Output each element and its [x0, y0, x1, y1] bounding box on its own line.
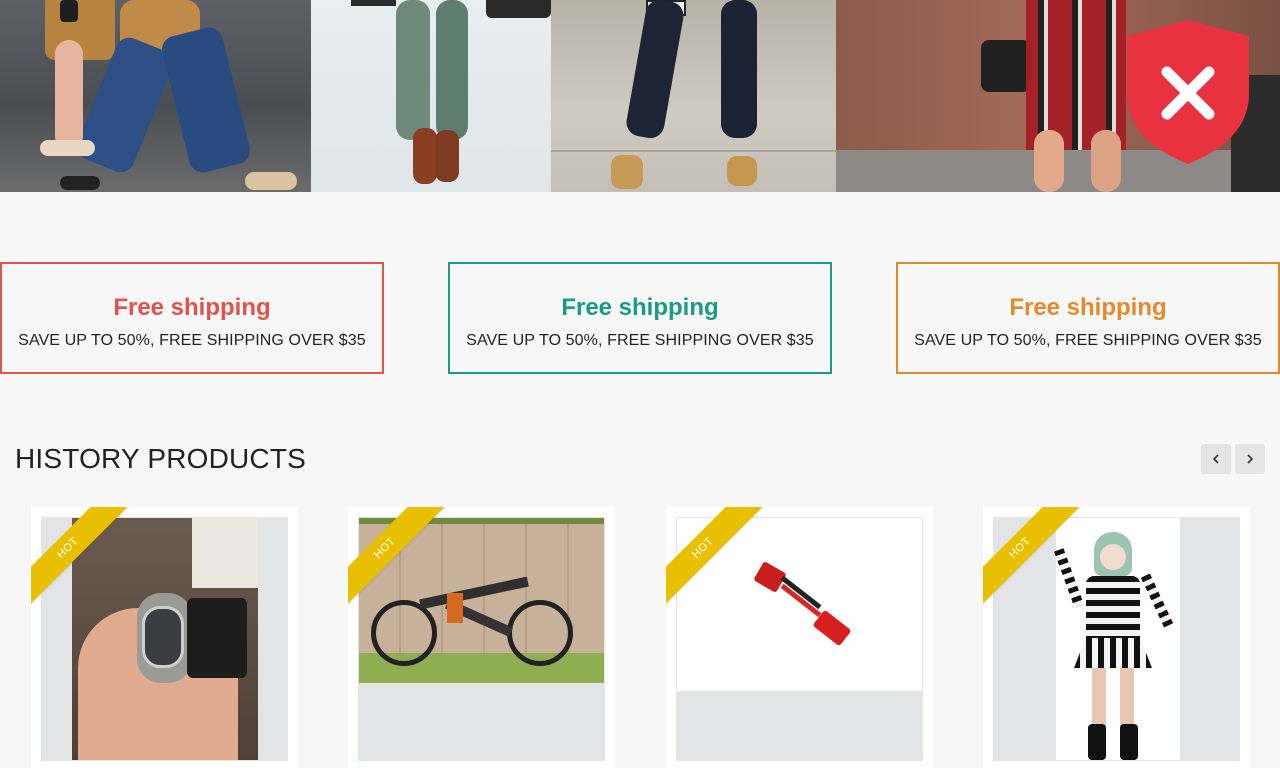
free-shipping-subtitle: SAVE UP TO 50%, FREE SHIPPING OVER $35 — [466, 332, 814, 349]
carousel-prev-button[interactable] — [1201, 444, 1231, 474]
product-card[interactable]: HOT — [31, 507, 298, 768]
hero-banner — [0, 0, 1280, 192]
product-card[interactable]: HOT — [983, 507, 1250, 768]
free-shipping-subtitle: SAVE UP TO 50%, FREE SHIPPING OVER $35 — [18, 332, 366, 349]
free-shipping-box-1[interactable]: Free shipping SAVE UP TO 50%, FREE SHIPP… — [0, 262, 384, 374]
hero-photo-flats — [551, 0, 836, 192]
free-shipping-box-2[interactable]: Free shipping SAVE UP TO 50%, FREE SHIPP… — [448, 262, 832, 374]
hero-photo-jeans — [0, 0, 311, 192]
carousel-next-button[interactable] — [1235, 444, 1265, 474]
product-image-connector[interactable] — [676, 517, 923, 761]
shield-close-icon[interactable] — [1127, 20, 1249, 164]
chevron-left-icon — [1212, 454, 1219, 464]
free-shipping-title: Free shipping — [113, 294, 271, 321]
free-shipping-title: Free shipping — [561, 294, 719, 321]
hero-photo-boots — [311, 0, 551, 192]
free-shipping-subtitle: SAVE UP TO 50%, FREE SHIPPING OVER $35 — [914, 332, 1262, 349]
product-image-costume[interactable] — [993, 517, 1240, 761]
free-shipping-box-3[interactable]: Free shipping SAVE UP TO 50%, FREE SHIPP… — [896, 262, 1280, 374]
product-image-watch[interactable] — [41, 517, 288, 761]
product-card[interactable]: HOT — [348, 507, 615, 768]
chevron-right-icon — [1247, 454, 1254, 464]
free-shipping-title: Free shipping — [1009, 294, 1167, 321]
product-image-bike[interactable] — [358, 517, 605, 761]
section-title: HISTORY PRODUCTS — [15, 443, 307, 474]
product-card[interactable]: HOT — [666, 507, 933, 768]
